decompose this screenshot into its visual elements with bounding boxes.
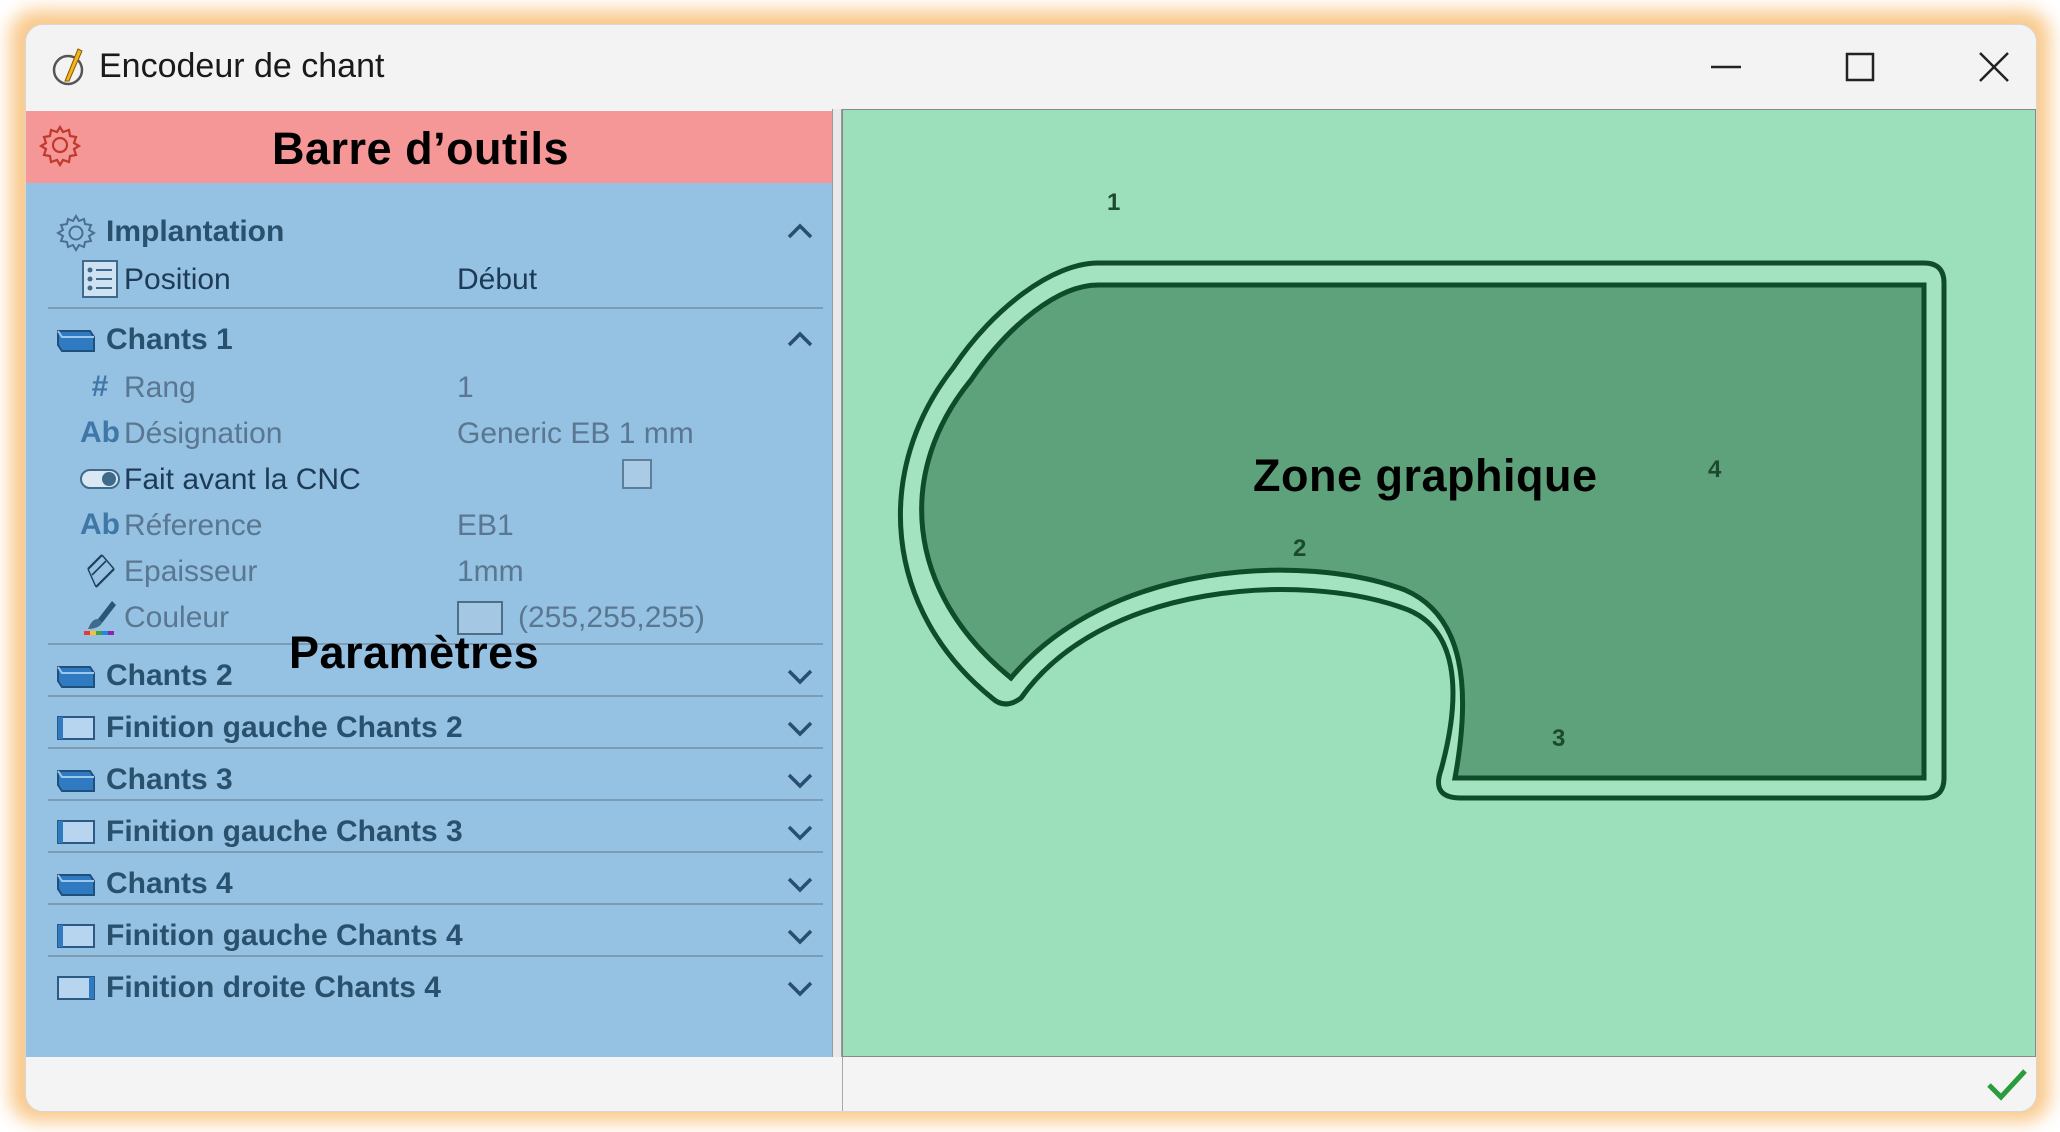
chevron-down-icon[interactable] [783, 815, 817, 849]
edge-band-icon [57, 874, 95, 896]
chevron-down-icon[interactable] [783, 763, 817, 797]
prop-name: Epaisseur [124, 555, 258, 588]
prop-name: Réference [124, 509, 263, 542]
confirm-check-icon[interactable] [1986, 1065, 2028, 1103]
prop-rang[interactable]: # Rang 1 [48, 365, 823, 409]
minimize-button[interactable] [1666, 31, 1786, 103]
chevron-down-icon[interactable] [783, 711, 817, 745]
panel-shape[interactable] [919, 282, 1927, 781]
divider [48, 695, 823, 697]
edge-label-4: 4 [1708, 456, 1722, 483]
toggle-icon [78, 457, 122, 501]
prop-value: 1 [457, 371, 474, 404]
prop-name: Rang [124, 371, 196, 404]
minimize-icon [1711, 65, 1741, 69]
prop-position[interactable]: Position Début [48, 257, 823, 301]
section-label: Chants 2 [106, 659, 233, 692]
section-finition-gauche-chants-2[interactable]: Finition gauche Chants 2 [48, 705, 823, 753]
list-icon [78, 257, 122, 301]
chevron-down-icon[interactable] [783, 659, 817, 693]
text-ab-icon: Ab [80, 508, 120, 541]
gear-icon [56, 214, 96, 252]
section-finition-gauche-chants-3[interactable]: Finition gauche Chants 3 [48, 809, 823, 857]
section-chants-4[interactable]: Chants 4 [48, 861, 823, 909]
section-chants-3[interactable]: Chants 3 [48, 757, 823, 805]
prop-name: Désignation [124, 417, 283, 450]
section-label: Finition gauche Chants 4 [106, 919, 463, 952]
edge-band-icon [57, 666, 95, 688]
edge-finish-icon [57, 820, 95, 844]
app-logo-icon [52, 48, 84, 86]
edge-label-3: 3 [1552, 725, 1565, 752]
footer-bar [26, 1057, 2036, 1111]
divider [48, 307, 823, 309]
thickness-measure-icon [78, 549, 122, 593]
prop-reference[interactable]: Ab Réference EB1 [48, 503, 823, 547]
section-finition-gauche-chants-4[interactable]: Finition gauche Chants 4 [48, 913, 823, 961]
edge-finish-icon [57, 924, 95, 948]
prop-name: Fait avant la CNC [124, 463, 361, 496]
chevron-up-icon[interactable] [783, 215, 817, 249]
section-label: Chants 4 [106, 867, 233, 900]
text-ab-icon: Ab [80, 416, 120, 449]
edge-label-2: 2 [1293, 535, 1306, 562]
edge-drawing: 1 2 3 4 [897, 189, 1947, 801]
parameters-panel: Implantation Position Début Chants 1 # R… [26, 111, 832, 1057]
close-button[interactable] [1934, 31, 2036, 103]
prop-name: Position [124, 263, 231, 296]
prop-value: Generic EB 1 mm [457, 417, 694, 450]
toolbar-overlay-label: Barre d’outils [272, 123, 570, 174]
paint-brush-icon [78, 595, 122, 639]
graphic-zone[interactable]: 1 2 3 4 Zone graphique [842, 109, 2036, 1057]
section-label: Chants 1 [106, 323, 233, 356]
maximize-button[interactable] [1800, 31, 1920, 103]
section-chants-1[interactable]: Chants 1 [48, 317, 823, 365]
chevron-up-icon[interactable] [783, 323, 817, 357]
divider [48, 851, 823, 853]
prop-fait-avant-cnc[interactable]: Fait avant la CNC [48, 457, 823, 501]
window-title: Encodeur de chant [99, 47, 385, 85]
graphic-overlay-label: Zone graphique [1253, 450, 1598, 501]
divider [48, 799, 823, 801]
fait-avant-checkbox[interactable] [622, 459, 652, 489]
edge-finish-icon [57, 716, 95, 740]
divider [48, 747, 823, 749]
edge-band-icon [57, 770, 95, 792]
chevron-down-icon[interactable] [783, 919, 817, 953]
prop-value: EB1 [457, 509, 514, 542]
divider [48, 955, 823, 957]
section-label: Finition droite Chants 4 [106, 971, 441, 1004]
settings-gear-icon[interactable] [38, 123, 82, 167]
maximize-icon [1845, 52, 1875, 82]
edge-label-1: 1 [1107, 189, 1120, 216]
chevron-down-icon[interactable] [783, 971, 817, 1005]
params-overlay-label: Paramètres [289, 627, 540, 678]
pane-splitter[interactable] [832, 109, 842, 1111]
prop-value: 1mm [457, 555, 524, 588]
prop-value[interactable]: Début [457, 263, 537, 297]
close-icon [1979, 52, 2009, 82]
prop-name: Couleur [124, 601, 230, 634]
edge-band-icon [57, 330, 95, 352]
section-label: Finition gauche Chants 3 [106, 815, 463, 848]
section-label: Chants 3 [106, 763, 233, 796]
footer-divider [842, 1057, 843, 1111]
prop-epaisseur[interactable]: Epaisseur 1mm [48, 549, 823, 593]
prop-designation[interactable]: Ab Désignation Generic EB 1 mm [48, 411, 823, 455]
color-value: (255,255,255) [518, 601, 705, 634]
divider [48, 903, 823, 905]
chevron-down-icon[interactable] [783, 867, 817, 901]
hash-icon: # [91, 370, 109, 403]
section-finition-droite-chants-4[interactable]: Finition droite Chants 4 [48, 965, 823, 1013]
title-bar: Encodeur de chant [26, 25, 2036, 109]
edge-finish-right-icon [57, 976, 95, 1000]
section-implantation[interactable]: Implantation [48, 209, 823, 257]
section-label: Finition gauche Chants 2 [106, 711, 463, 744]
section-label: Implantation [106, 215, 285, 248]
edge-encoder-window: Encodeur de chant Implantation Position … [25, 24, 2037, 1112]
